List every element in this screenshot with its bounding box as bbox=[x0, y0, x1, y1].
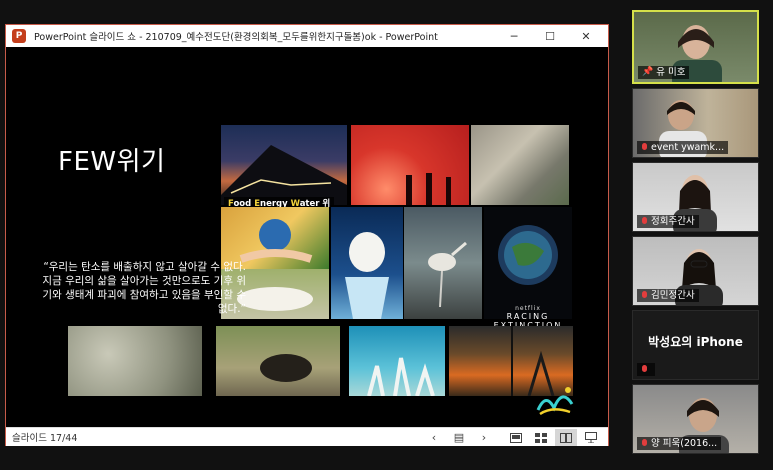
participant-name-tag: event ywamk... bbox=[637, 141, 729, 154]
next-slide-icon[interactable]: › bbox=[473, 429, 495, 446]
participant-name: 양 피욱(2016... bbox=[651, 438, 718, 449]
slide-counter: 슬라이드 17/44 bbox=[12, 433, 78, 444]
powerpoint-icon: P bbox=[12, 29, 26, 43]
racing-extinction-poster bbox=[484, 207, 572, 319]
participant-name-tag: 정회주간사 bbox=[637, 215, 699, 228]
participant-tile[interactable]: event ywamk... bbox=[632, 88, 759, 158]
slide-title: FEW위기 bbox=[58, 147, 166, 177]
poster-brand: netflix bbox=[515, 305, 541, 312]
previous-slide-icon[interactable]: ‹ bbox=[423, 429, 445, 446]
sinkhole-photo bbox=[216, 326, 340, 396]
night-mountain-photo bbox=[221, 125, 347, 205]
participant-name: 김민정간사 bbox=[651, 290, 695, 301]
muted-mic-icon bbox=[641, 365, 648, 374]
powerpoint-window: P PowerPoint 슬라이드 쇼 - 210709_예수전도단(환경의회복… bbox=[5, 24, 609, 446]
participant-tile[interactable]: 양 피욱(2016... bbox=[632, 384, 759, 454]
window-titlebar[interactable]: P PowerPoint 슬라이드 쇼 - 210709_예수전도단(환경의회복… bbox=[6, 25, 608, 47]
maximize-button[interactable]: ☐ bbox=[532, 25, 568, 47]
normal-view-icon[interactable] bbox=[505, 429, 527, 446]
participant-tile[interactable]: 📌 유 미호 bbox=[632, 10, 759, 84]
slide-canvas[interactable]: FEW위기 Food Energy Water 위기 netflix bbox=[6, 47, 608, 427]
participant-name: event ywamk... bbox=[651, 142, 725, 153]
participant-name-tag: 김민정간사 bbox=[637, 289, 699, 302]
minimize-button[interactable]: ─ bbox=[496, 25, 532, 47]
close-button[interactable]: ✕ bbox=[568, 25, 604, 47]
notes-icon[interactable]: ▤ bbox=[448, 429, 470, 446]
muted-mic-icon bbox=[641, 143, 648, 152]
participant-name-tag: 양 피욱(2016... bbox=[637, 437, 722, 450]
reading-view-icon[interactable] bbox=[555, 429, 577, 446]
muted-mic-icon bbox=[641, 291, 648, 300]
red-sky-photo bbox=[351, 125, 469, 205]
slide-sorter-icon[interactable] bbox=[530, 429, 552, 446]
participant-device-label: 박성요의 iPhone bbox=[648, 335, 743, 349]
participant-name-tag: 📌 유 미호 bbox=[638, 66, 690, 79]
participant-tile[interactable]: 정회주간사 bbox=[632, 162, 759, 232]
muted-mic-icon bbox=[641, 439, 648, 448]
participant-name-tag bbox=[637, 363, 655, 376]
aerial-town-photo bbox=[471, 125, 569, 205]
pin-icon: 📌 bbox=[642, 67, 654, 77]
dry-soil-photo bbox=[68, 326, 202, 396]
slideshow-icon[interactable] bbox=[580, 429, 602, 446]
participant-tile[interactable]: 김민정간사 bbox=[632, 236, 759, 306]
participant-name: 정회주간사 bbox=[651, 216, 695, 227]
participant-name: 유 미호 bbox=[656, 67, 686, 78]
slideshow-statusbar: 슬라이드 17/44 ‹ ▤ › bbox=[6, 427, 608, 446]
muted-mic-icon bbox=[641, 217, 648, 226]
coral-bleaching-photo bbox=[349, 326, 445, 396]
bird-oil-photo bbox=[404, 207, 482, 319]
polar-bear-ice-photo bbox=[331, 207, 403, 319]
window-title: PowerPoint 슬라이드 쇼 - 210709_예수전도단(환경의회복_모… bbox=[34, 32, 438, 43]
organization-logo-icon bbox=[532, 380, 578, 418]
slide-quote: “우리는 탄소를 배출하지 않고 살아갈 수 없다. 지금 우리의 삶을 살아가… bbox=[42, 261, 246, 315]
participant-tile[interactable]: 박성요의 iPhone bbox=[632, 310, 759, 380]
